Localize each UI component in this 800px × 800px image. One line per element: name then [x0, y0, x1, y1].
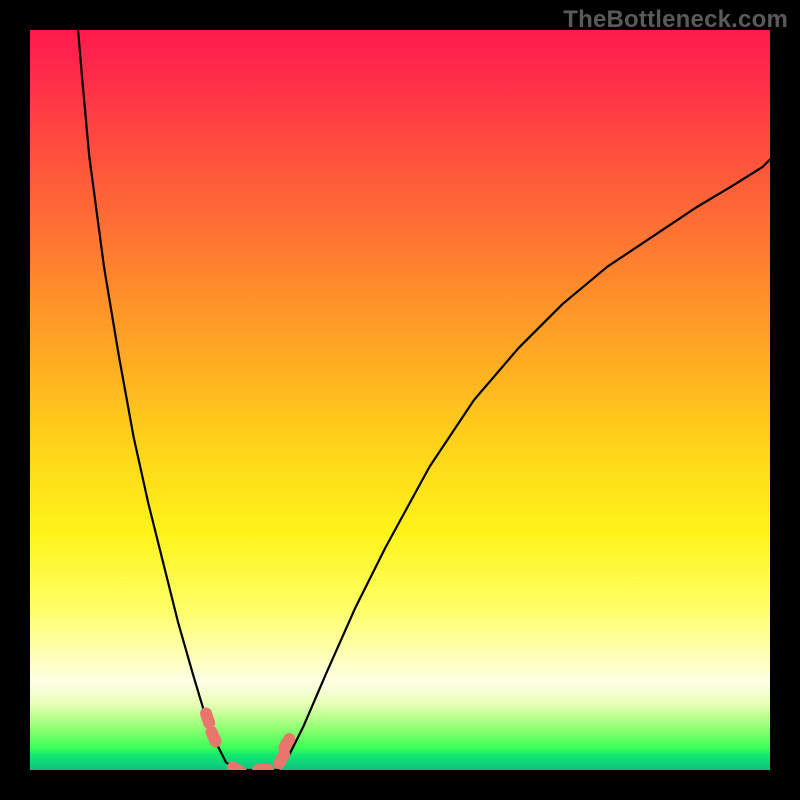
data-marker [252, 764, 274, 770]
bottleneck-curve [78, 30, 770, 770]
chart-root: TheBottleneck.com [0, 0, 800, 800]
plot-area [30, 30, 770, 770]
data-marker [225, 759, 250, 770]
attribution-label: TheBottleneck.com [563, 6, 788, 34]
curve-layer [30, 30, 770, 770]
